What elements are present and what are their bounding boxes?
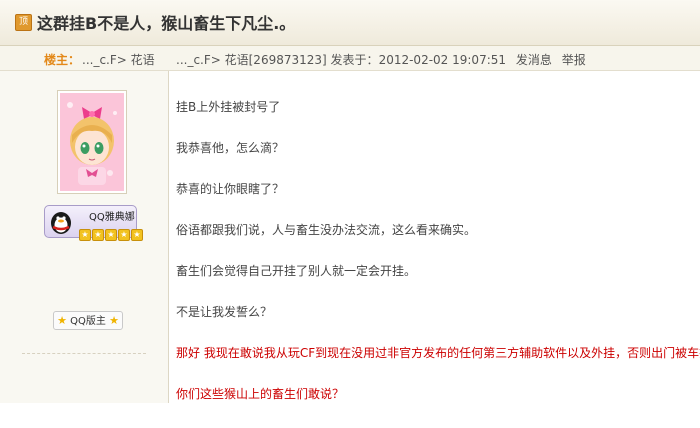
post-line: 不是让我发誓么？ [176, 305, 273, 319]
avatar[interactable] [57, 90, 127, 194]
posted-at: 2012-02-02 19:07:51 [378, 53, 507, 67]
thread-title[interactable]: 这群挂B不是人，猴山畜生下凡尘.。 [37, 10, 295, 34]
post-line: 俗语都跟我们说，人与畜生没办法交流，这么看来确实。 [176, 223, 477, 237]
sticky-icon: 顶 [15, 14, 32, 31]
star-icon: ★ [109, 314, 119, 327]
post-line: 那好 我现在敢说我从玩CF到现在没用过非官方发布的任何第三方辅助软件以及外挂，否… [176, 346, 700, 360]
op-label: 楼主： [44, 53, 81, 67]
star-icon: ★ [79, 229, 91, 241]
avatar-image [60, 93, 124, 191]
post-meta: ..._c.F> 花语[269873123] 发表于：2012-02-02 19… [176, 51, 586, 68]
post-line: 你们这些猴山上的畜生们敢说？ [176, 387, 345, 401]
author-full-name[interactable]: ..._c.F> 花语[269873123] [176, 53, 327, 67]
rank-label: QQ版主 [70, 316, 106, 327]
thread-header: 顶 这群挂B不是人，猴山畜生下凡尘.。 [0, 0, 700, 46]
star-icon: ★ [131, 229, 143, 241]
op-author-name[interactable]: ..._c.F> 花语 [82, 51, 155, 68]
author-sidebar: QQ雅典娜 ★ ★ ★ ★ ★ ★ QQ版主 ★ [0, 71, 169, 403]
badge-stars: ★ ★ ★ ★ ★ [79, 222, 144, 241]
badge-text: QQ雅典娜 [89, 212, 135, 223]
star-icon: ★ [118, 229, 130, 241]
post-info-bar: 楼主： ..._c.F> 花语 ..._c.F> 花语[269873123] 发… [0, 46, 700, 71]
post-line: 我恭喜他，怎么滴？ [176, 141, 285, 155]
rank-badge: ★ QQ版主 ★ [53, 311, 123, 330]
report-link[interactable]: 举报 [562, 53, 586, 67]
post-line: 畜生们会觉得自己开挂了别人就一定会开挂。 [176, 264, 417, 278]
star-icon: ★ [92, 229, 104, 241]
qq-badge[interactable]: QQ雅典娜 ★ ★ ★ ★ ★ [44, 205, 143, 241]
post-line: 挂B上外挂被封号了 [176, 100, 281, 114]
sidebar-divider [22, 353, 146, 354]
star-icon: ★ [57, 314, 67, 327]
post-body: 挂B上外挂被封号了 我恭喜他，怎么滴？ 恭喜的让你眼瞎了？ 俗语都跟我们说，人与… [176, 100, 700, 428]
post-line: 恭喜的让你眼瞎了？ [176, 182, 285, 196]
posted-at-label: 发表于： [330, 53, 379, 67]
star-icon: ★ [105, 229, 117, 241]
send-message-link[interactable]: 发消息 [516, 53, 552, 67]
penguin-icon [51, 212, 71, 234]
